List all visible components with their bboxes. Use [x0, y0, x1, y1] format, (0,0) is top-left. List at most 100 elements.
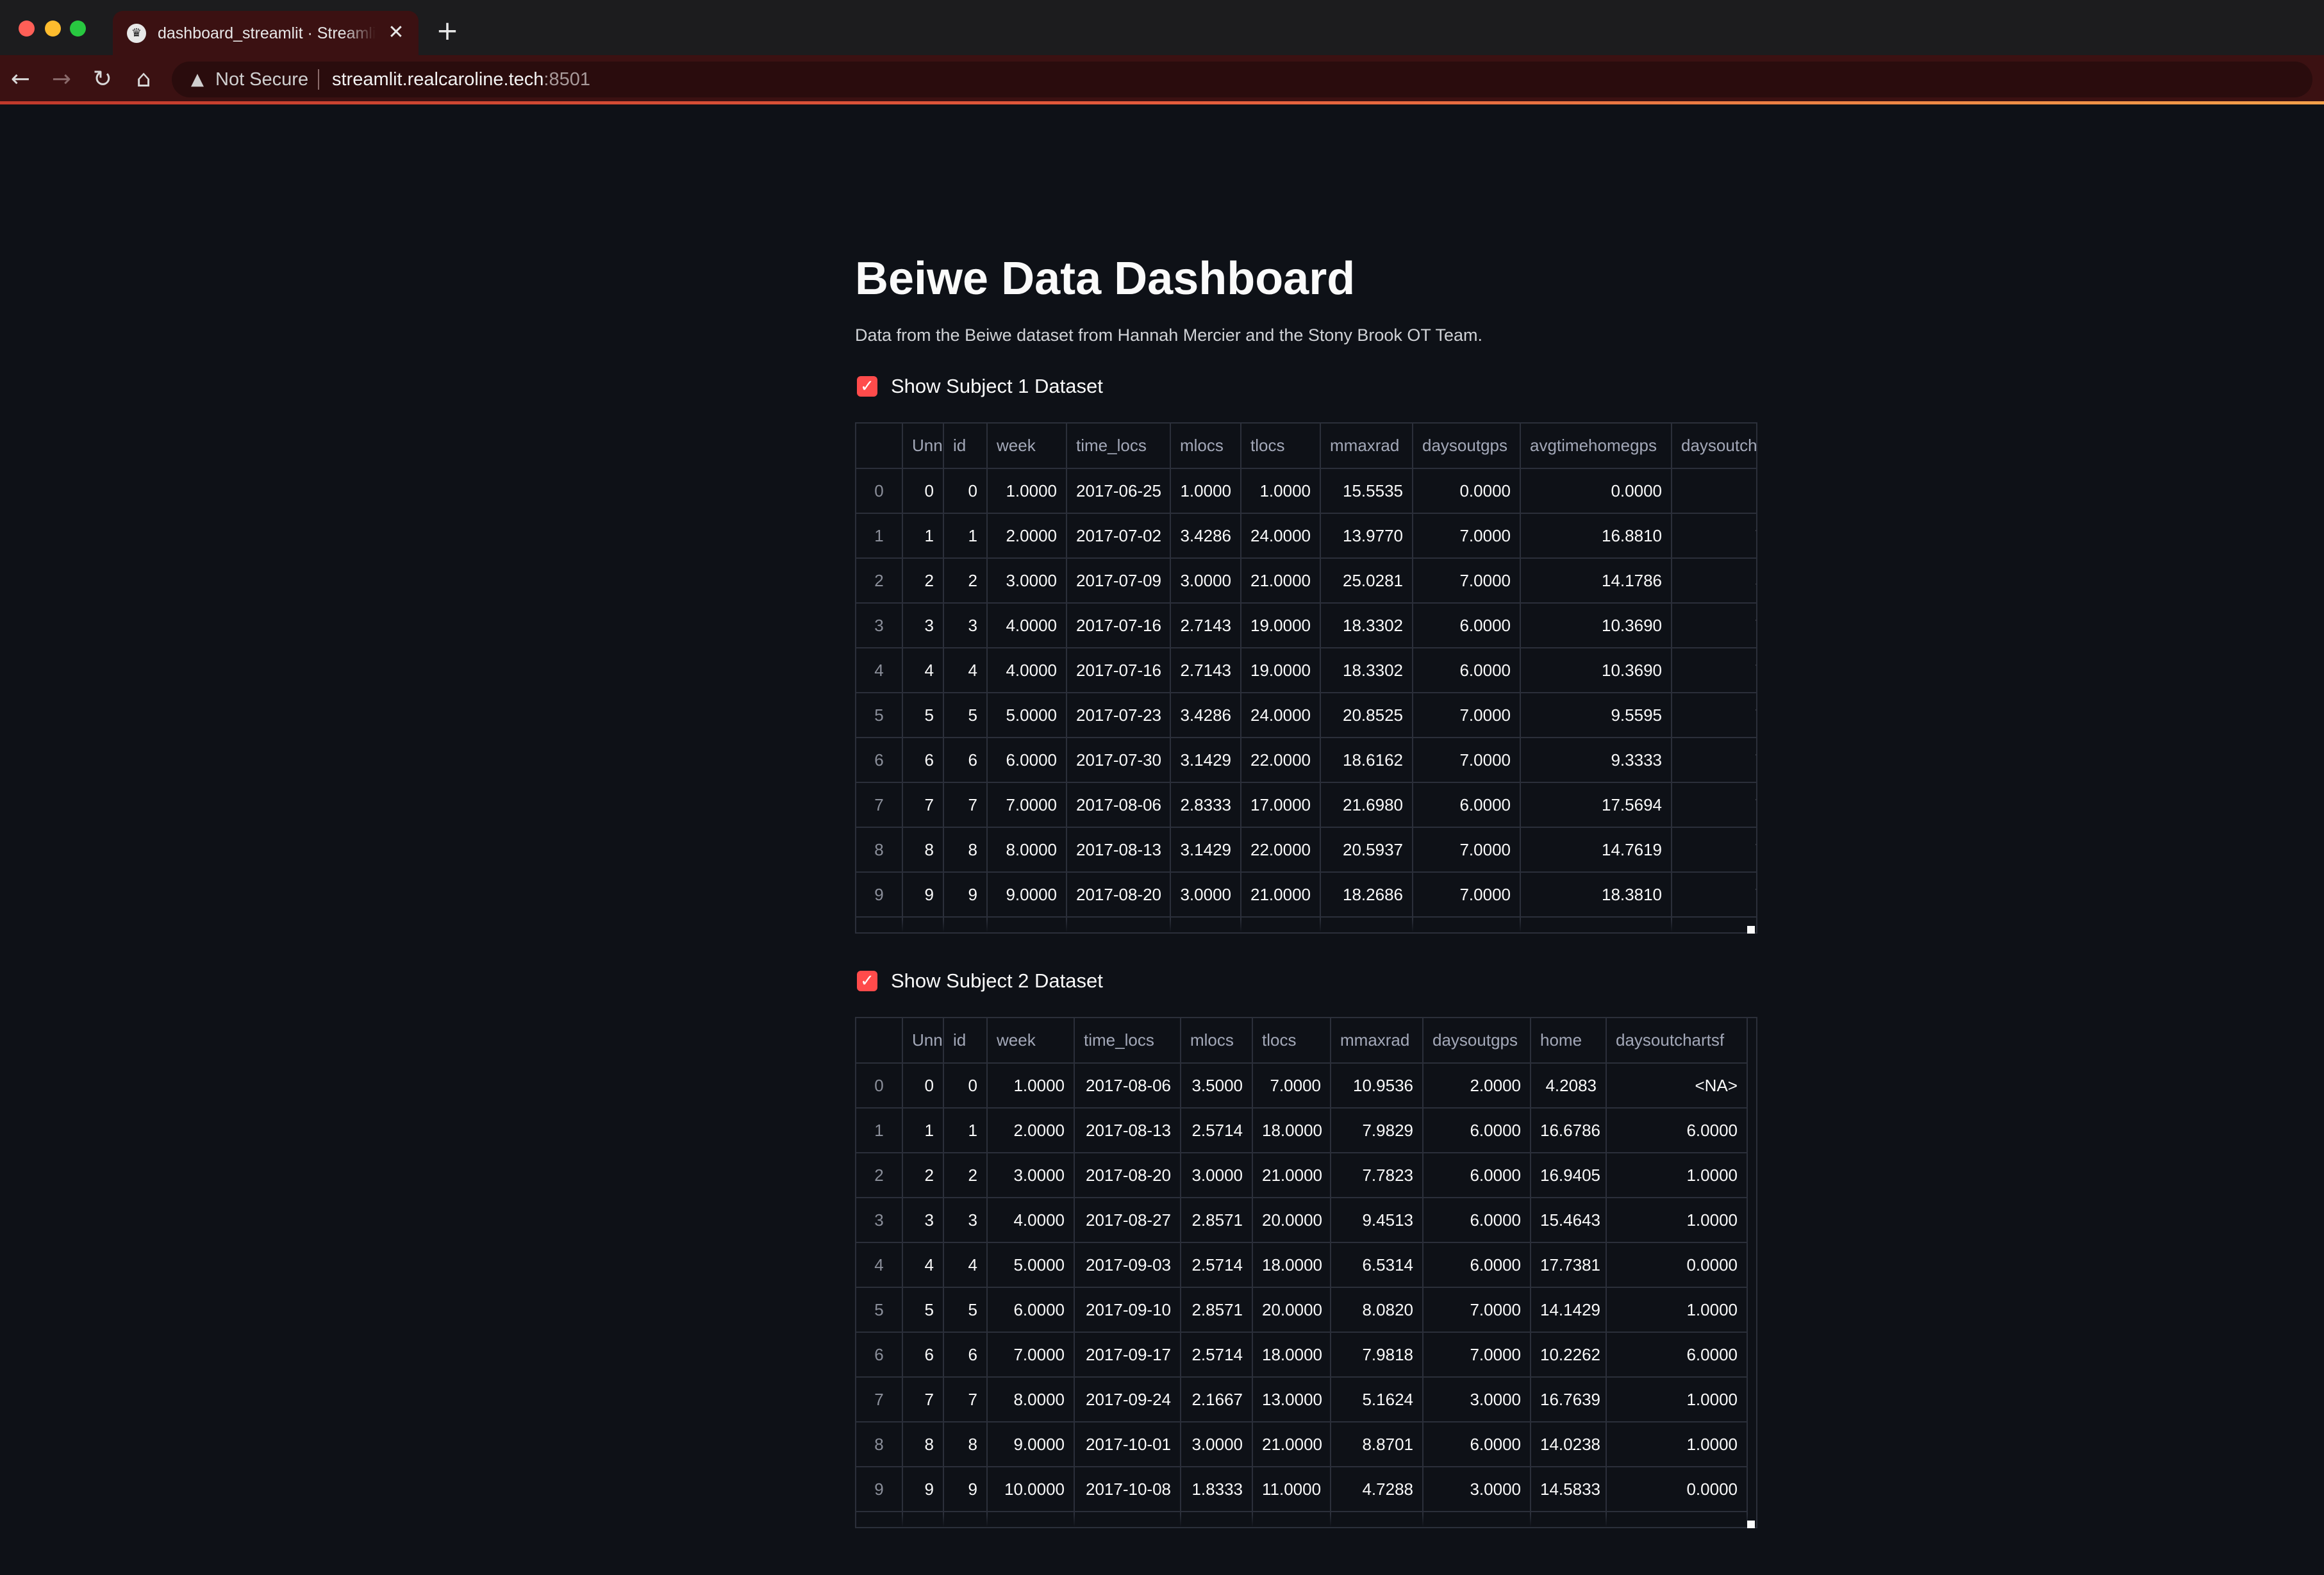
subject2-checkbox-label[interactable]: Show Subject 2 Dataset [891, 968, 1103, 994]
table-cell[interactable]: 21.0000 [1252, 1422, 1331, 1467]
table-cell[interactable]: 18.0000 [1252, 1108, 1331, 1153]
table-cell[interactable]: 7 [902, 782, 944, 828]
table-cell[interactable]: 21.0000 [1252, 1153, 1331, 1198]
table-cell[interactable]: 5.0000 [987, 693, 1067, 738]
subject1-checkbox-row[interactable]: ✓ Show Subject 1 Dataset [855, 372, 1111, 400]
table-cell[interactable]: 9.3333 [1520, 738, 1672, 783]
table-cell[interactable]: 2.0000 [987, 1108, 1075, 1153]
row-index[interactable]: 0 [856, 468, 903, 514]
table-cell[interactable]: 17.5694 [1520, 782, 1672, 828]
table-cell[interactable]: 5.0000 [987, 1242, 1075, 1288]
table-cell[interactable]: 8 [902, 827, 944, 873]
table-cell[interactable]: 21.6980 [1320, 782, 1413, 828]
table-cell[interactable]: 2.7143 [1170, 603, 1241, 648]
table-cell[interactable]: 9.4513 [1331, 1198, 1423, 1243]
table-cell[interactable]: 2.5714 [1181, 1242, 1253, 1288]
column-header[interactable]: tlocs [1252, 1018, 1331, 1064]
row-index[interactable]: 6 [856, 738, 903, 783]
table-cell[interactable]: 2.5714 [1181, 1108, 1253, 1153]
table-cell[interactable]: 7 [1672, 648, 1756, 693]
table-cell[interactable]: 5 [943, 1287, 988, 1333]
table-cell[interactable]: 2.7143 [1170, 648, 1241, 693]
table-cell[interactable]: 7.0000 [1413, 738, 1521, 783]
table-cell[interactable]: 13.9770 [1320, 513, 1413, 559]
table-cell[interactable]: 4 [943, 648, 988, 693]
table-cell[interactable]: 14.0238 [1531, 1422, 1607, 1467]
table-cell[interactable]: 1 [943, 513, 988, 559]
subject1-resize-handle[interactable] [1747, 926, 1755, 934]
table-cell[interactable]: 9.0000 [987, 1422, 1075, 1467]
table-cell[interactable]: 2 [943, 558, 988, 604]
row-index[interactable]: 3 [856, 603, 903, 648]
table-cell[interactable]: 1.0000 [1606, 1287, 1748, 1333]
row-index[interactable]: 2 [856, 558, 903, 604]
table-cell[interactable]: 18.0000 [1252, 1332, 1331, 1378]
table-cell[interactable]: 7.0000 [1413, 513, 1521, 559]
table-cell[interactable]: 2.8571 [1181, 1287, 1253, 1333]
table-cell[interactable]: 2017-07-16 [1067, 603, 1171, 648]
table-cell[interactable]: 2017-08-06 [1074, 1063, 1181, 1109]
table-cell[interactable]: 0.0000 [1520, 468, 1672, 514]
table-cell[interactable]: 4.0000 [987, 1198, 1075, 1243]
table-cell[interactable]: 16.9405 [1531, 1153, 1607, 1198]
table-cell[interactable]: 6.0000 [1606, 1108, 1748, 1153]
table-cell[interactable]: 20.0000 [1252, 1287, 1331, 1333]
table-cell[interactable]: 6.0000 [1423, 1242, 1531, 1288]
table-cell[interactable]: 4 [943, 1242, 988, 1288]
table-cell[interactable]: 14.1786 [1520, 558, 1672, 604]
table-cell[interactable]: 2017-08-06 [1067, 782, 1171, 828]
table-cell[interactable]: 2 [902, 1153, 944, 1198]
table-cell[interactable]: 14.7619 [1520, 827, 1672, 873]
table-cell[interactable]: 4 [902, 1242, 944, 1288]
table-cell[interactable]: 3 [902, 1198, 944, 1243]
table-cell[interactable]: 10.3690 [1520, 603, 1672, 648]
table-cell[interactable]: 0.0000 [1606, 1242, 1748, 1288]
table-cell[interactable]: 4.0000 [987, 603, 1067, 648]
table-cell[interactable]: 7.0000 [1423, 1332, 1531, 1378]
table-cell[interactable]: 17.7381 [1531, 1242, 1607, 1288]
table-cell[interactable]: 6 [943, 1332, 988, 1378]
table-cell[interactable]: 3.4286 [1170, 693, 1241, 738]
table-cell[interactable]: 7.0000 [1423, 1287, 1531, 1333]
table-cell[interactable]: 18.2686 [1320, 872, 1413, 918]
row-index[interactable]: 9 [856, 872, 903, 918]
table-cell[interactable]: 18.3302 [1320, 603, 1413, 648]
column-header[interactable]: Unnamed: 0 [902, 1018, 944, 1064]
table-cell[interactable]: 2017-06-25 [1067, 468, 1171, 514]
table-cell[interactable]: 2017-07-02 [1067, 513, 1171, 559]
table-cell[interactable]: 7 [943, 782, 988, 828]
table-cell[interactable]: 8.0000 [987, 827, 1067, 873]
table-cell[interactable]: 2017-08-20 [1074, 1153, 1181, 1198]
column-header[interactable]: daysoutgps [1413, 424, 1521, 469]
table-cell[interactable]: 2.0000 [1423, 1063, 1531, 1109]
column-header[interactable]: daysoutgps [1423, 1018, 1531, 1064]
index-header[interactable] [856, 424, 903, 469]
forward-arrow-icon[interactable]: → [46, 64, 77, 95]
table-cell[interactable]: <NA> [1606, 1063, 1748, 1109]
table-cell[interactable]: 1.0000 [1606, 1377, 1748, 1422]
table-cell[interactable]: 7 [902, 1377, 944, 1422]
column-header[interactable]: Unnamed: 0 [902, 424, 944, 469]
table-cell[interactable]: 5 [902, 1287, 944, 1333]
table-cell[interactable]: 13.0000 [1252, 1377, 1331, 1422]
table-cell[interactable]: 6.0000 [1423, 1108, 1531, 1153]
row-index[interactable]: 9 [856, 1467, 903, 1512]
table-cell[interactable]: 2017-10-08 [1074, 1467, 1181, 1512]
table-cell[interactable]: 4.0000 [987, 648, 1067, 693]
table-cell[interactable]: 5 [1672, 558, 1756, 604]
table-cell[interactable]: 3.0000 [987, 558, 1067, 604]
minimize-window-button[interactable] [45, 21, 61, 37]
table-cell[interactable]: 2.8333 [1170, 782, 1241, 828]
table-cell[interactable]: 10.2262 [1531, 1332, 1607, 1378]
table-cell[interactable]: 2017-09-03 [1074, 1242, 1181, 1288]
table-cell[interactable]: 3.1429 [1170, 738, 1241, 783]
table-cell[interactable]: 2017-07-09 [1067, 558, 1171, 604]
table-cell[interactable]: 8.0820 [1331, 1287, 1423, 1333]
table-cell[interactable]: 5 [943, 693, 988, 738]
table-cell[interactable]: 16.6786 [1531, 1108, 1607, 1153]
column-header[interactable]: mlocs [1170, 424, 1241, 469]
row-index[interactable]: 5 [856, 1287, 903, 1333]
table-cell[interactable]: 2017-10-01 [1074, 1422, 1181, 1467]
table-cell[interactable]: 16.7639 [1531, 1377, 1607, 1422]
table-cell[interactable]: 1.8333 [1181, 1467, 1253, 1512]
